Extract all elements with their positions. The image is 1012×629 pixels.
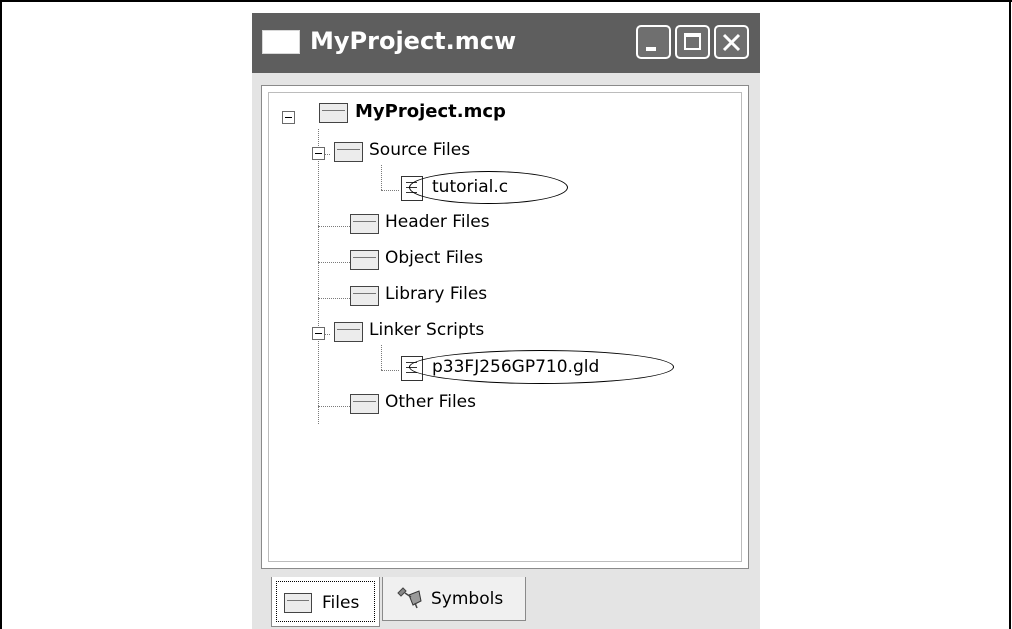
tree-root-label[interactable]: MyProject.mcp xyxy=(355,101,506,123)
frame-left-rule xyxy=(0,0,2,629)
tree-item-other-files[interactable]: Other Files xyxy=(385,391,476,413)
window-icon xyxy=(262,30,300,54)
highlight-ellipse xyxy=(409,171,568,204)
folder-icon xyxy=(284,593,312,613)
tab-symbols-label: Symbols xyxy=(431,589,504,609)
project-tree: MyProject.mcp Source Files tutorial.c He… xyxy=(268,92,742,562)
folder-icon xyxy=(350,250,379,270)
minimize-button[interactable] xyxy=(636,25,671,59)
tree-connector xyxy=(318,406,350,407)
tree-connector xyxy=(381,345,382,370)
title-bar[interactable]: MyProject.mcw xyxy=(252,13,760,73)
tree-connector xyxy=(381,370,399,371)
tab-files-label: Files xyxy=(322,593,360,613)
tree-connector xyxy=(318,129,319,424)
tree-connector xyxy=(318,262,350,263)
close-icon xyxy=(722,33,741,52)
symbols-icon xyxy=(397,587,422,609)
tree-item-object-files[interactable]: Object Files xyxy=(385,247,483,269)
tree-connector xyxy=(381,190,399,191)
folder-icon xyxy=(350,214,379,234)
tree-connector xyxy=(381,165,382,190)
project-window: MyProject.mcw MyProject.mcp Source Files… xyxy=(252,13,760,629)
minimize-icon xyxy=(646,47,656,51)
tree-connector xyxy=(318,226,350,227)
tree-connector xyxy=(318,298,350,299)
tree-item-linker-scripts[interactable]: Linker Scripts xyxy=(369,319,484,341)
collapse-toggle[interactable] xyxy=(312,327,325,340)
tree-item-library-files[interactable]: Library Files xyxy=(385,283,487,305)
collapse-toggle[interactable] xyxy=(312,147,325,160)
tab-files[interactable]: Files xyxy=(271,577,380,627)
folder-icon xyxy=(319,103,348,123)
highlight-ellipse xyxy=(409,350,674,384)
tab-strip: Files Symbols xyxy=(261,569,749,629)
frame-right-rule xyxy=(1009,0,1011,629)
window-title: MyProject.mcw xyxy=(310,27,517,55)
project-tree-panel: MyProject.mcp Source Files tutorial.c He… xyxy=(261,85,749,569)
frame-top-rule xyxy=(0,0,1012,2)
maximize-button[interactable] xyxy=(675,25,710,59)
tree-item-header-files[interactable]: Header Files xyxy=(385,211,490,233)
page: MyProject.mcw MyProject.mcp Source Files… xyxy=(0,0,1012,629)
maximize-icon xyxy=(684,33,701,50)
tree-item-source-files[interactable]: Source Files xyxy=(369,139,470,161)
close-button[interactable] xyxy=(714,25,749,59)
folder-icon xyxy=(350,394,379,414)
folder-icon xyxy=(334,322,363,342)
folder-icon xyxy=(350,286,379,306)
tab-symbols[interactable]: Symbols xyxy=(382,577,526,621)
collapse-toggle[interactable] xyxy=(282,111,295,124)
folder-icon xyxy=(334,142,363,162)
